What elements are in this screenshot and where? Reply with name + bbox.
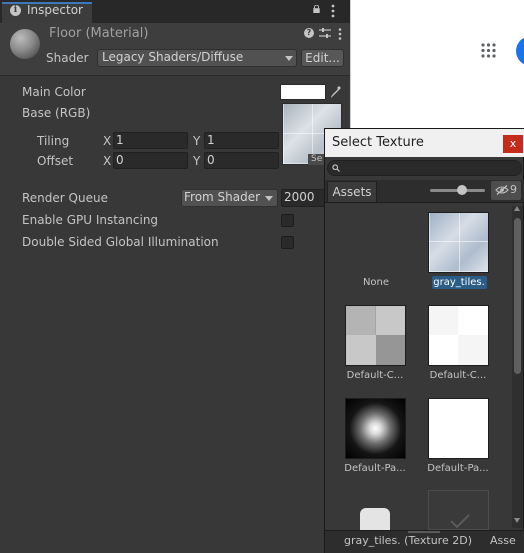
- scrollbar-thumb[interactable]: [514, 218, 521, 374]
- select-texture-title: Select Texture: [332, 135, 424, 150]
- texture-item-label[interactable]: Default-Pa...: [335, 463, 415, 474]
- texture-thumbnail-default-checker-white[interactable]: [428, 305, 489, 366]
- asset-path-info: Asse: [490, 534, 516, 547]
- texture-thumbnail-default-particle-white[interactable]: [428, 398, 489, 459]
- checkmark-icon: [450, 514, 470, 529]
- base-rgb-label: Base (RGB): [22, 106, 91, 120]
- tiling-y-axis-label: Y: [193, 134, 201, 148]
- offset-x-axis-label: X: [103, 154, 112, 168]
- selected-texture-info: gray_tiles. (Texture 2D): [344, 534, 472, 547]
- tiling-x-field[interactable]: 1: [113, 132, 188, 149]
- eye-hidden-icon: [495, 185, 509, 195]
- apps-grid-icon[interactable]: [481, 43, 496, 58]
- main-color-label: Main Color: [22, 85, 86, 99]
- close-button[interactable]: x: [503, 135, 523, 153]
- scroll-down-icon[interactable]: [514, 518, 520, 523]
- hidden-items-count: 9: [510, 183, 517, 196]
- tiling-y-field[interactable]: 1: [204, 132, 279, 149]
- offset-x-field[interactable]: 0: [113, 152, 188, 169]
- eyedropper-icon[interactable]: [330, 85, 342, 99]
- shader-label: Shader: [46, 51, 89, 65]
- offset-label: Offset: [37, 154, 74, 168]
- background-window: [350, 0, 524, 128]
- inspector-tab-label: Inspector: [27, 3, 83, 17]
- scroll-up-icon[interactable]: [514, 206, 520, 211]
- render-queue-value-field[interactable]: 2000: [281, 189, 325, 207]
- texture-item-label[interactable]: Default-C...: [335, 370, 415, 381]
- texture-thumbnail-default-particle[interactable]: [345, 398, 406, 459]
- render-queue-mode-value: From Shader: [184, 190, 261, 204]
- kebab-menu-icon[interactable]: [331, 4, 335, 18]
- double-sided-gi-checkbox[interactable]: [281, 236, 294, 249]
- inspector-panel: [0, 0, 350, 553]
- texture-item-label[interactable]: Default-C...: [418, 370, 498, 381]
- texture-thumbnail-partial[interactable]: [428, 490, 489, 530]
- texture-thumbnail-default-checker[interactable]: [345, 305, 406, 366]
- texture-search-input[interactable]: [327, 160, 522, 176]
- material-name: Floor (Material): [49, 26, 149, 41]
- tiling-label: Tiling: [37, 134, 70, 148]
- texture-thumbnail-partial[interactable]: [360, 508, 390, 530]
- help-icon[interactable]: ?: [304, 28, 314, 38]
- thumbnail-size-slider-handle[interactable]: [457, 185, 467, 195]
- chevron-down-icon: [265, 196, 273, 201]
- search-icon: [332, 164, 340, 172]
- texture-thumbnail-gray-tiles[interactable]: [428, 212, 489, 273]
- resize-handle[interactable]: [408, 531, 440, 533]
- render-queue-label: Render Queue: [22, 191, 108, 205]
- gpu-instancing-checkbox[interactable]: [281, 214, 294, 227]
- lock-icon[interactable]: [312, 5, 321, 13]
- offset-y-field[interactable]: 0: [204, 152, 279, 169]
- main-color-swatch[interactable]: [280, 84, 326, 100]
- gpu-instancing-label: Enable GPU Instancing: [22, 213, 159, 227]
- offset-y-axis-label: Y: [193, 154, 201, 168]
- texture-item-label[interactable]: Default-Pa...: [418, 463, 498, 474]
- kebab-menu-icon[interactable]: [338, 28, 342, 40]
- chevron-down-icon: [285, 56, 293, 61]
- texture-item-label[interactable]: gray_tiles.: [419, 277, 499, 288]
- preset-sliders-icon[interactable]: [319, 28, 331, 39]
- tab-assets[interactable]: Assets: [327, 181, 377, 202]
- texture-item-none[interactable]: None: [336, 277, 416, 288]
- shader-dropdown-value: Legacy Shaders/Diffuse: [102, 50, 244, 64]
- double-sided-gi-label: Double Sided Global Illumination: [22, 235, 219, 249]
- tiling-x-axis-label: X: [103, 134, 112, 148]
- info-icon: i: [10, 5, 21, 16]
- material-preview-sphere: [10, 29, 40, 59]
- edit-shader-button[interactable]: Edit...: [301, 49, 344, 67]
